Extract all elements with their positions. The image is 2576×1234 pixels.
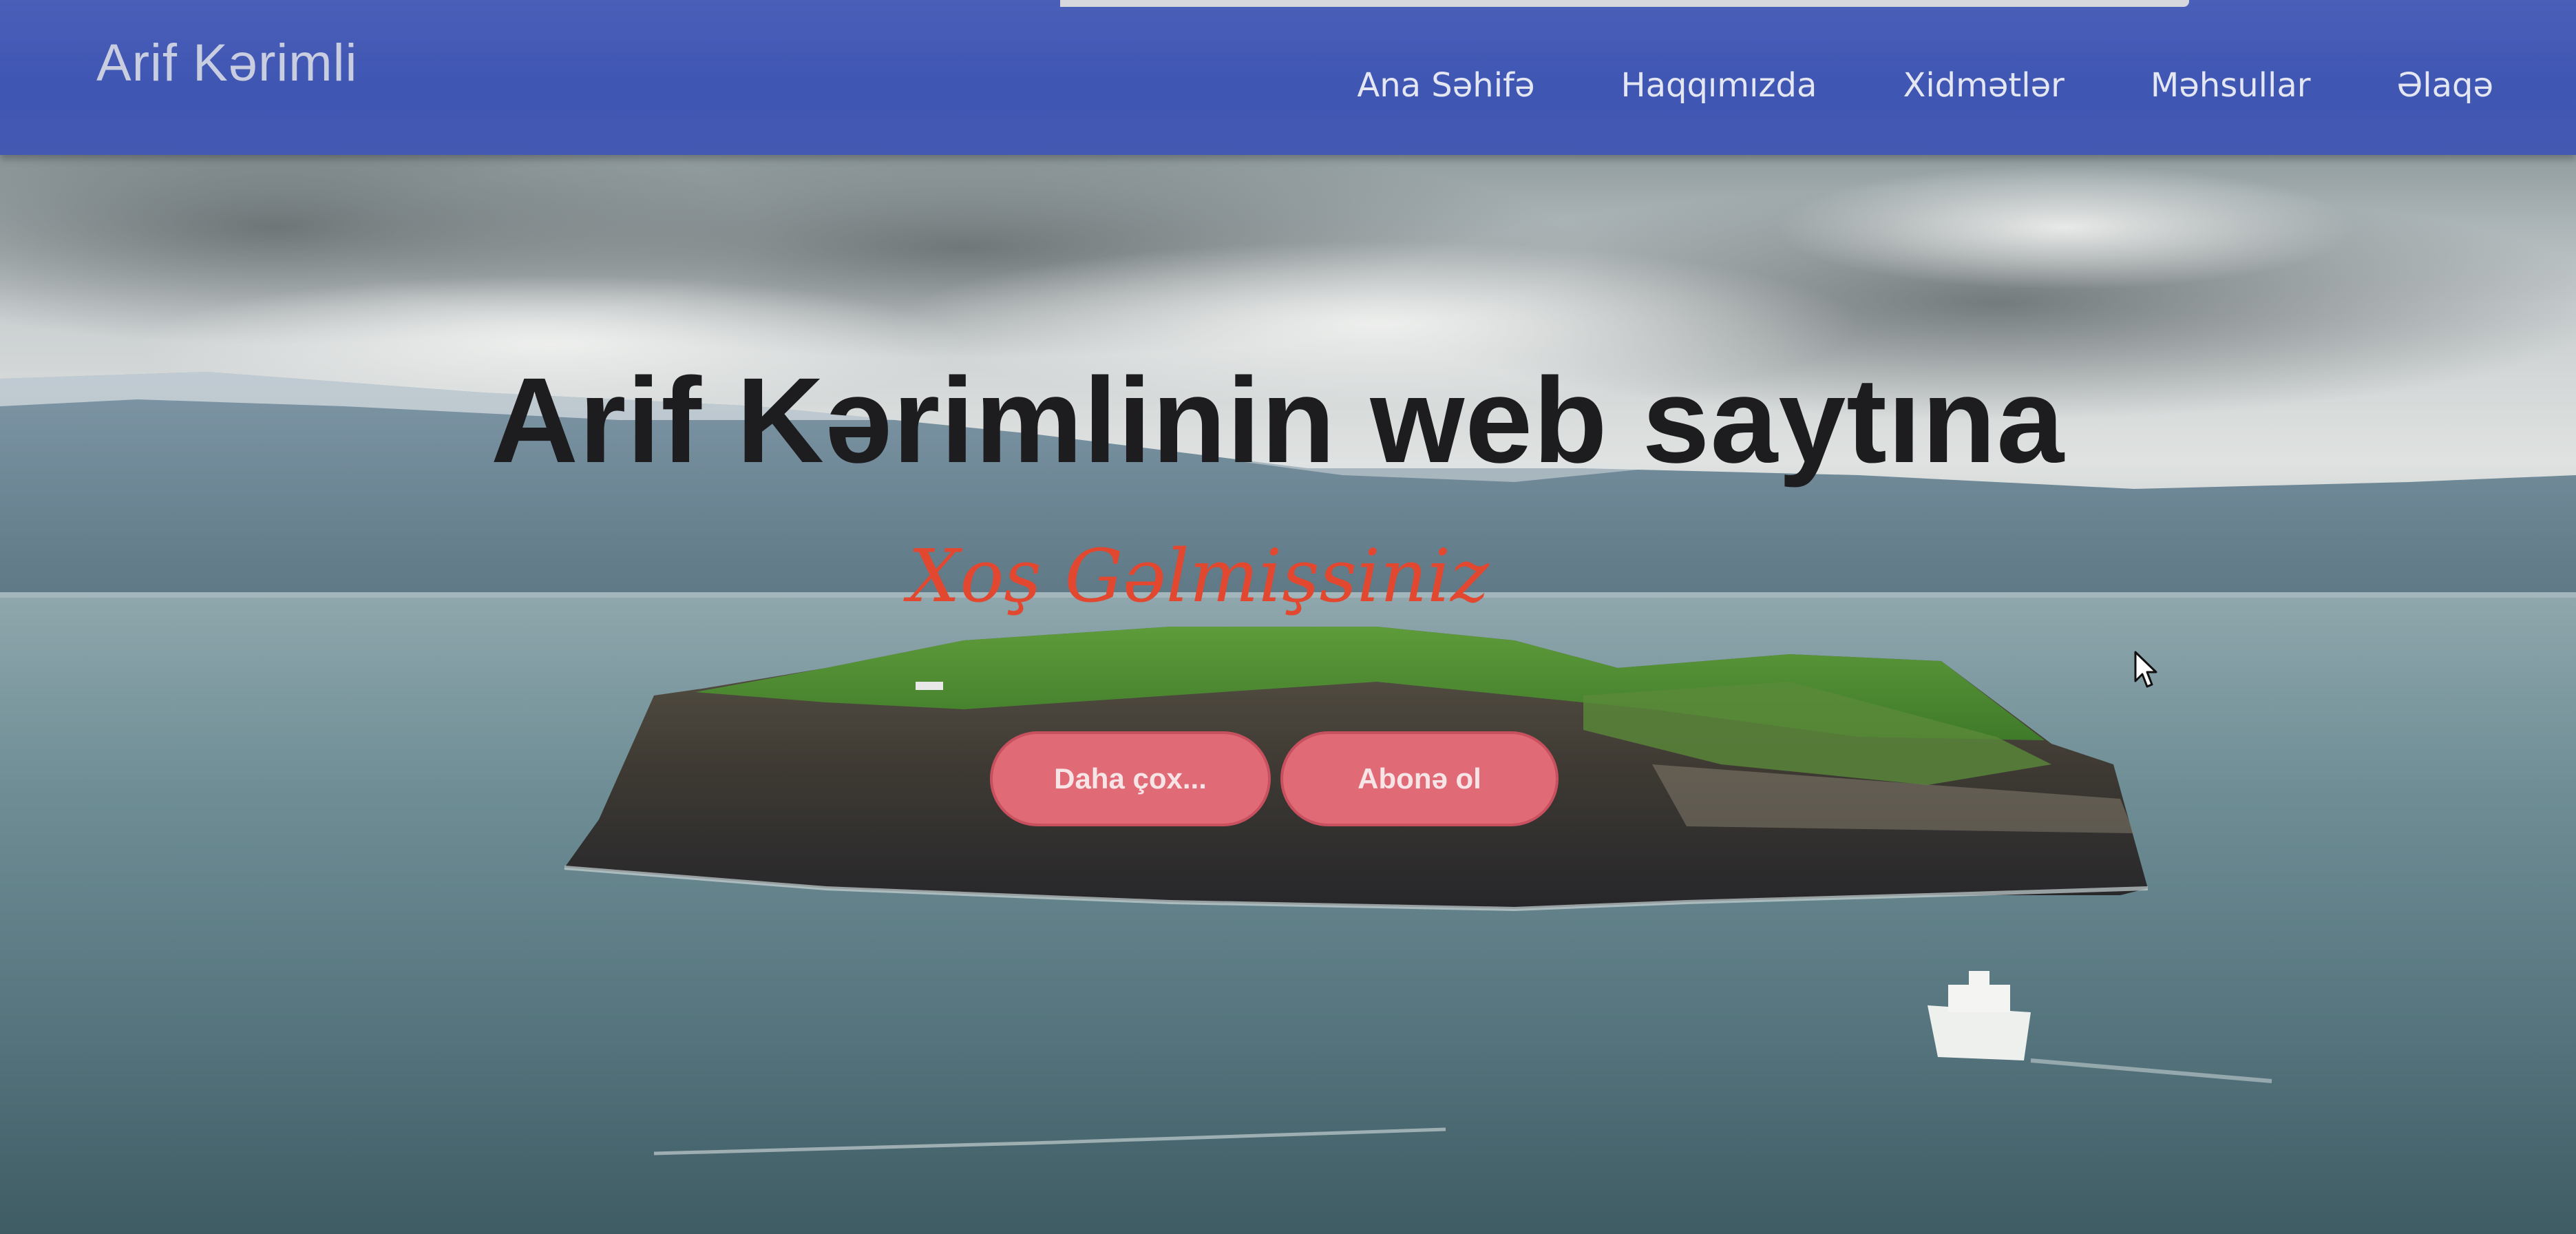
nav-link-contact[interactable]: Əlaqə <box>2396 66 2493 105</box>
nav-link-about[interactable]: Haqqımızda <box>1620 66 1817 105</box>
hero-subtitle: Xoş Gəlmişsiniz <box>908 534 1489 618</box>
screen: Arif Kərimlinin web saytına Xoş Gəlmişsi… <box>0 0 2576 1234</box>
more-button[interactable]: Daha çox... <box>990 731 1271 826</box>
nav-link-products[interactable]: Məhsullar <box>2151 66 2311 105</box>
hero-buttons: Daha çox... Abonə ol <box>990 731 1559 826</box>
hero-section: Arif Kərimlinin web saytına Xoş Gəlmişsi… <box>0 145 2576 1234</box>
brand-logo-text[interactable]: Arif Kərimli <box>96 33 357 93</box>
navbar: Arif Kərimli Ana Səhifə Haqqımızda Xidmə… <box>0 0 2576 155</box>
mouse-pointer-icon <box>2134 651 2157 693</box>
hero-background-image <box>0 145 2576 1234</box>
nav-links: Ana Səhifə Haqqımızda Xidmətlər Məhsulla… <box>1271 66 2493 105</box>
subscribe-button[interactable]: Abonə ol <box>1280 731 1559 826</box>
nav-link-services[interactable]: Xidmətlər <box>1903 66 2064 105</box>
browser-top-strip <box>1060 0 2189 7</box>
hero-title: Arif Kərimlinin web saytına <box>490 353 2065 488</box>
nav-link-home[interactable]: Ana Səhifə <box>1357 66 1534 105</box>
